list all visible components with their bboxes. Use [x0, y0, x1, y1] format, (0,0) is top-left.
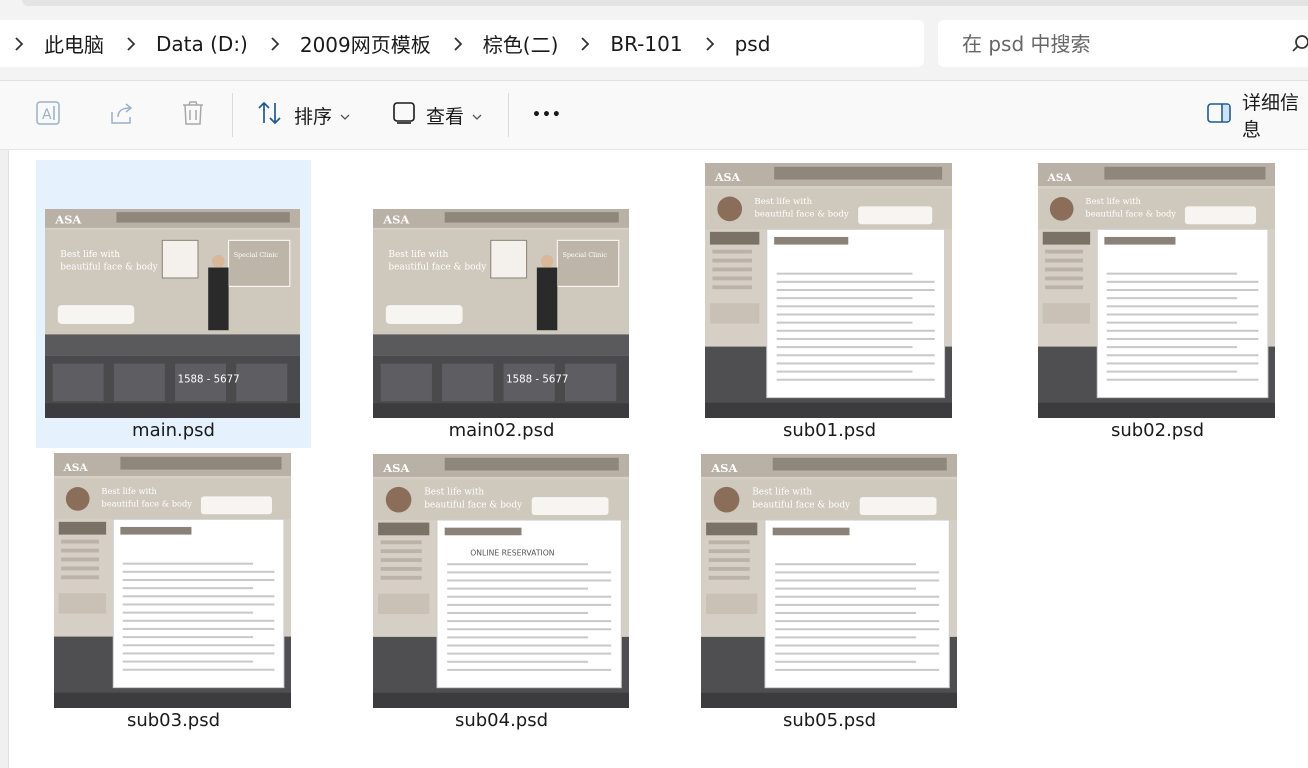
breadcrumb-label[interactable]: 2009网页模板 [294, 29, 439, 58]
svg-text:ASA: ASA [62, 461, 88, 474]
breadcrumb-item-psd[interactable]: psd [691, 32, 779, 56]
search-input[interactable] [960, 30, 1284, 57]
svg-text:beautiful face & body: beautiful face & body [754, 210, 848, 220]
details-pane-button[interactable]: 详细信息 [1206, 92, 1308, 141]
svg-text:Best life with: Best life with [388, 250, 448, 260]
file-item-sub04[interactable]: ASA Best life with beautiful face & body ON… [364, 450, 639, 740]
sort-button[interactable]: 排序 [256, 97, 350, 133]
svg-text:Best life with: Best life with [1085, 196, 1141, 206]
svg-text:Best life with: Best life with [101, 486, 157, 496]
svg-text:Best life with: Best life with [754, 197, 812, 207]
svg-text:Best life with: Best life with [60, 250, 120, 260]
chevron-right-icon[interactable] [439, 34, 477, 54]
svg-text:Best life with: Best life with [752, 488, 812, 498]
breadcrumb-label[interactable]: 此电脑 [38, 29, 112, 58]
svg-text:beautiful face & body: beautiful face & body [388, 263, 487, 273]
svg-text:ONLINE RESERVATION: ONLINE RESERVATION [470, 549, 554, 558]
svg-text:1588 - 5677: 1588 - 5677 [178, 374, 240, 385]
navigation-pane-edge [0, 150, 9, 768]
breadcrumb-item-data-drive[interactable]: Data (D:) [112, 32, 256, 56]
share-button[interactable] [108, 97, 136, 133]
breadcrumb-item-this-pc[interactable]: 此电脑 [0, 29, 112, 58]
file-thumbnail[interactable]: ASA Best life with beautiful face & body Sp… [45, 209, 300, 418]
more-icon: ••• [532, 107, 562, 123]
file-thumbnail[interactable]: ASA Best life with beautiful face & body [1038, 163, 1275, 418]
file-name[interactable]: sub02.psd [1020, 420, 1295, 441]
svg-text:beautiful face & body: beautiful face & body [752, 500, 851, 510]
file-thumbnail[interactable]: ASA Best life with beautiful face & body [54, 453, 291, 708]
toolbar-separator [232, 93, 233, 137]
view-button[interactable]: 查看 [392, 97, 482, 133]
svg-text:Best life with: Best life with [424, 488, 484, 498]
details-label: 详细信息 [1242, 92, 1300, 141]
file-item-main[interactable]: ASA Best life with beautiful face & body Sp… [36, 160, 311, 448]
breadcrumb-item-brown[interactable]: 棕色(二) [439, 29, 567, 58]
file-name[interactable]: sub05.psd [692, 710, 967, 731]
file-grid: ASA Best life with beautiful face & body Sp… [9, 150, 1308, 768]
file-item-sub02[interactable]: ASA Best life with beautiful face & body s… [1020, 160, 1295, 448]
file-item-sub01[interactable]: ASA Best life with beautiful face & body s… [692, 160, 967, 448]
breadcrumb-item-templates[interactable]: 2009网页模板 [256, 29, 439, 58]
chevron-right-icon[interactable] [0, 34, 38, 54]
file-name[interactable]: main02.psd [364, 420, 639, 441]
title-strip [0, 0, 1308, 20]
search-box[interactable] [938, 20, 1308, 67]
toolbar-separator [508, 93, 509, 137]
details-pane-icon [1206, 102, 1232, 129]
file-name[interactable]: sub03.psd [36, 710, 311, 731]
chevron-down-icon [472, 104, 482, 126]
sort-icon [256, 100, 284, 131]
svg-text:Special Clinic: Special Clinic [234, 251, 279, 259]
svg-text:beautiful face & body: beautiful face & body [101, 499, 192, 509]
svg-text:ASA: ASA [54, 213, 82, 227]
search-icon[interactable] [1292, 34, 1308, 56]
address-bar-area: 此电脑 Data (D:) 2009网页模板 棕色(二) BR-101 psd [0, 20, 1308, 80]
chevron-right-icon[interactable] [112, 34, 150, 54]
file-thumbnail[interactable]: ASA Best life with beautiful face & body [705, 163, 952, 418]
file-thumbnail[interactable]: ASA Best life with beautiful face & body [701, 454, 957, 708]
file-item-sub05[interactable]: ASA Best life with beautiful face & body s… [692, 450, 967, 740]
file-name[interactable]: sub01.psd [692, 420, 967, 441]
sort-label: 排序 [294, 105, 333, 128]
svg-text:A: A [42, 107, 52, 123]
view-icon [392, 101, 416, 130]
svg-text:1588 - 5677: 1588 - 5677 [506, 373, 568, 385]
file-name[interactable]: main.psd [36, 420, 311, 441]
file-item-main02[interactable]: ASA Best life with beautiful face & body Sp… [364, 160, 639, 448]
svg-text:ASA: ASA [382, 461, 410, 475]
file-thumbnail[interactable]: ASA Best life with beautiful face & body Sp… [373, 209, 629, 418]
svg-text:Special Clinic: Special Clinic [562, 251, 607, 259]
command-bar: A 排序 查看 ••• 详细信息 [0, 81, 1308, 149]
chevron-down-icon [340, 104, 350, 126]
breadcrumb-item-br101[interactable]: BR-101 [566, 32, 690, 56]
rename-button[interactable]: A [34, 97, 62, 133]
svg-text:beautiful face & body: beautiful face & body [60, 263, 157, 273]
svg-text:ASA: ASA [714, 171, 741, 184]
view-label: 查看 [426, 105, 465, 128]
delete-button[interactable] [180, 97, 206, 133]
breadcrumb-label[interactable]: BR-101 [604, 32, 690, 56]
breadcrumb-label[interactable]: Data (D:) [150, 32, 256, 56]
breadcrumb-label[interactable]: 棕色(二) [477, 29, 567, 58]
tab-edge [22, 0, 1308, 6]
svg-text:ASA: ASA [710, 461, 738, 475]
chevron-right-icon[interactable] [256, 34, 294, 54]
more-button[interactable]: ••• [532, 97, 562, 133]
breadcrumb[interactable]: 此电脑 Data (D:) 2009网页模板 棕色(二) BR-101 psd [0, 20, 924, 67]
svg-text:beautiful face & body: beautiful face & body [1085, 209, 1176, 219]
file-name[interactable]: sub04.psd [364, 710, 639, 731]
trash-icon [180, 99, 206, 132]
file-thumbnail[interactable]: ASA Best life with beautiful face & body ON… [373, 454, 629, 708]
svg-text:ASA: ASA [1046, 171, 1072, 184]
share-icon [108, 99, 136, 132]
breadcrumb-label[interactable]: psd [729, 32, 779, 56]
svg-text:ASA: ASA [382, 213, 410, 227]
chevron-right-icon[interactable] [691, 34, 729, 54]
chevron-right-icon[interactable] [566, 34, 604, 54]
rename-icon: A [34, 99, 62, 132]
svg-text:beautiful face & body: beautiful face & body [424, 500, 523, 510]
file-item-sub03[interactable]: ASA Best life with beautiful face & body s… [36, 450, 311, 740]
